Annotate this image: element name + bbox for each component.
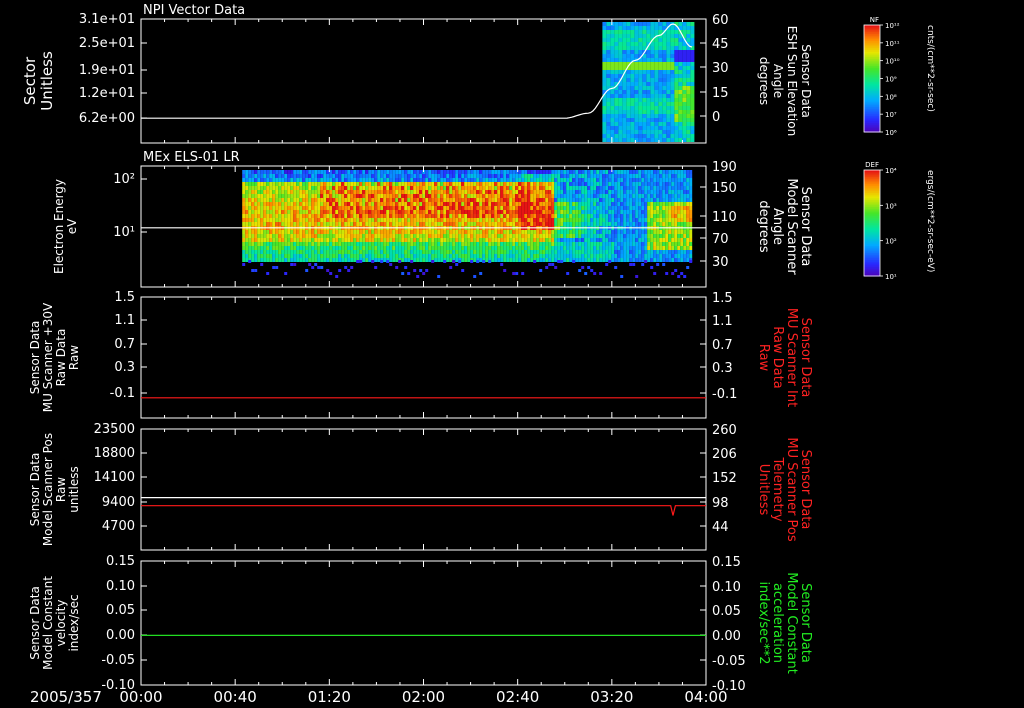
- time-tick-label: 04:00: [684, 688, 727, 706]
- left-axis-title: Sensor DataModel Constantvelocityindex/s…: [28, 576, 81, 670]
- right-tick-label: 190: [712, 160, 737, 175]
- left-tick-label: -0.1: [110, 386, 135, 401]
- right-tick-label: 30: [712, 61, 729, 76]
- time-tick-label: 02:00: [402, 688, 445, 706]
- colorbar-label: 10⁶: [885, 129, 897, 137]
- colorbar-label: 10⁸: [885, 93, 897, 101]
- right-tick-label: 0.7: [712, 338, 733, 353]
- colorbar-label: 10¹¹: [885, 40, 900, 48]
- time-tick-label: 00:40: [214, 688, 257, 706]
- colorbar-unit: ergs/(cm**2-sr-sec-eV): [925, 170, 935, 272]
- right-tick-label: 30: [712, 255, 729, 270]
- right-tick-label: 45: [712, 37, 729, 52]
- left-axis-title: Sensor DataMU Scanner +30VRaw DataRaw: [28, 302, 81, 412]
- left-tick-label: 0.10: [106, 579, 135, 594]
- right-axis-title: Sensor DataESH Sun ElevationAngledegrees: [757, 26, 813, 136]
- colorbar-label: 10¹²: [885, 22, 900, 30]
- left-tick-label: 0.7: [114, 337, 135, 352]
- time-tick-label: 03:20: [590, 688, 633, 706]
- panel-5: 0.150.100.050.00-0.05-0.100.150.100.050.…: [28, 554, 813, 694]
- left-tick-label: 10²: [113, 172, 135, 187]
- colorbar-def: DEF 10⁴ 10³ 10² 10¹ ergs/(cm**2-sr-sec-eV): [863, 161, 935, 281]
- right-axis-title: Sensor DataMU Scanner PosTelemetryUnitle…: [756, 437, 813, 542]
- left-tick-label: 0.00: [106, 628, 135, 643]
- right-axis-title: Sensor DataMU Scanner IntRaw DataRaw: [756, 308, 813, 407]
- left-axis-title: Sensor DataModel Scanner PosRawunitless: [28, 433, 81, 546]
- right-tick-label: 44: [712, 520, 729, 535]
- colorbar-label: 10⁹: [885, 76, 897, 84]
- time-tick-label: 00:00: [119, 688, 162, 706]
- right-tick-label: 150: [712, 181, 737, 196]
- chart-canvas: NPI Vector Data 3.1e+01 2.5e+01 1.9e+01 1.2e…: [21, 3, 935, 706]
- left-tick-label: 6.2e+00: [79, 111, 135, 126]
- colorbar-label: 10⁴: [885, 167, 897, 175]
- left-tick-label: 23500: [94, 422, 135, 437]
- panel-3: 1.5 1.1 0.7 0.3 -0.1 1.5 1.1 0.7 0.3 -0.1 Sensor D…: [28, 290, 813, 419]
- panel-frame: [140, 428, 707, 551]
- right-tick-label: 70: [712, 232, 729, 247]
- left-axis-title: SectorUnitless: [21, 51, 56, 111]
- right-tick-label: 0.15: [712, 555, 741, 570]
- right-tick-label: 1.5: [712, 291, 733, 306]
- right-tick-label: -0.1: [712, 387, 737, 402]
- right-tick-label: -0.05: [712, 654, 746, 669]
- left-tick-label: 14100: [94, 470, 135, 485]
- left-tick-label: 3.1e+01: [79, 12, 135, 27]
- colorbar-nf: NF 10¹² 10¹¹ 10¹⁰ 10⁹ 10⁸ 10⁷ 10⁶ cnts/(cm**2-sr…: [863, 16, 935, 137]
- right-tick-label: 60: [712, 13, 729, 28]
- left-tick-label: 10¹: [113, 225, 135, 240]
- right-tick-label: 110: [712, 210, 737, 225]
- left-axis-title: Electron EnergyeV: [52, 179, 79, 274]
- electron-spectrogram: [242, 170, 693, 278]
- panel-title: NPI Vector Data: [143, 3, 245, 18]
- right-tick-label: 260: [712, 423, 737, 438]
- left-tick-label: 9400: [102, 495, 135, 510]
- right-axis-title: Sensor DataModel Constantaccelerationind…: [756, 572, 813, 674]
- right-tick-label: 0: [712, 110, 720, 125]
- left-tick-label: 18800: [94, 446, 135, 461]
- colorbar-label: 10⁷: [885, 111, 897, 119]
- colorbar-label: 10²: [885, 238, 897, 246]
- panel-frame: [140, 296, 707, 419]
- right-tick-label: 15: [712, 86, 729, 101]
- left-tick-label: 1.9e+01: [79, 63, 135, 78]
- date-label: 2005/357: [30, 688, 102, 706]
- panel-title: MEx ELS-01 LR: [143, 150, 240, 165]
- colorbar-label: 10¹: [885, 273, 897, 281]
- scanner-pos-raw-line: [141, 505, 706, 516]
- right-tick-label: 0.3: [712, 361, 733, 376]
- right-tick-label: 206: [712, 447, 737, 462]
- right-tick-label: 98: [712, 496, 729, 511]
- left-tick-label: 2.5e+01: [79, 36, 135, 51]
- left-tick-label: 0.15: [106, 554, 135, 569]
- colorbar-title: DEF: [865, 161, 879, 169]
- right-tick-label: 0.10: [712, 580, 741, 595]
- colorbar-label: 10¹⁰: [885, 58, 900, 66]
- right-tick-label: 1.1: [712, 314, 733, 329]
- left-tick-label: 1.2e+01: [79, 86, 135, 101]
- left-tick-label: 0.05: [106, 603, 135, 618]
- colorbar-title: NF: [870, 16, 879, 24]
- right-axis-title: Sensor DataModel ScannerAngledegrees: [756, 178, 813, 275]
- right-tick-label: 0.05: [712, 604, 741, 619]
- colorbar-unit: cnts/(cm**2-sr-sec): [925, 25, 935, 112]
- right-tick-label: 152: [712, 471, 737, 486]
- time-tick-label: 02:40: [496, 688, 539, 706]
- panel-4: 23500 18800 14100 9400 4700 260 206 152 98 44 Sens…: [28, 422, 813, 551]
- left-tick-label: 1.5: [114, 290, 135, 305]
- left-tick-label: -0.05: [101, 653, 135, 668]
- left-tick-label: 1.1: [114, 313, 135, 328]
- left-tick-label: 4700: [102, 519, 135, 534]
- sector-spectrogram: [602, 22, 695, 142]
- colorbar-label: 10³: [885, 202, 897, 210]
- panel-frame: [140, 560, 707, 686]
- right-tick-label: 0.00: [712, 629, 741, 644]
- time-tick-label: 01:20: [308, 688, 351, 706]
- left-tick-label: 0.3: [114, 360, 135, 375]
